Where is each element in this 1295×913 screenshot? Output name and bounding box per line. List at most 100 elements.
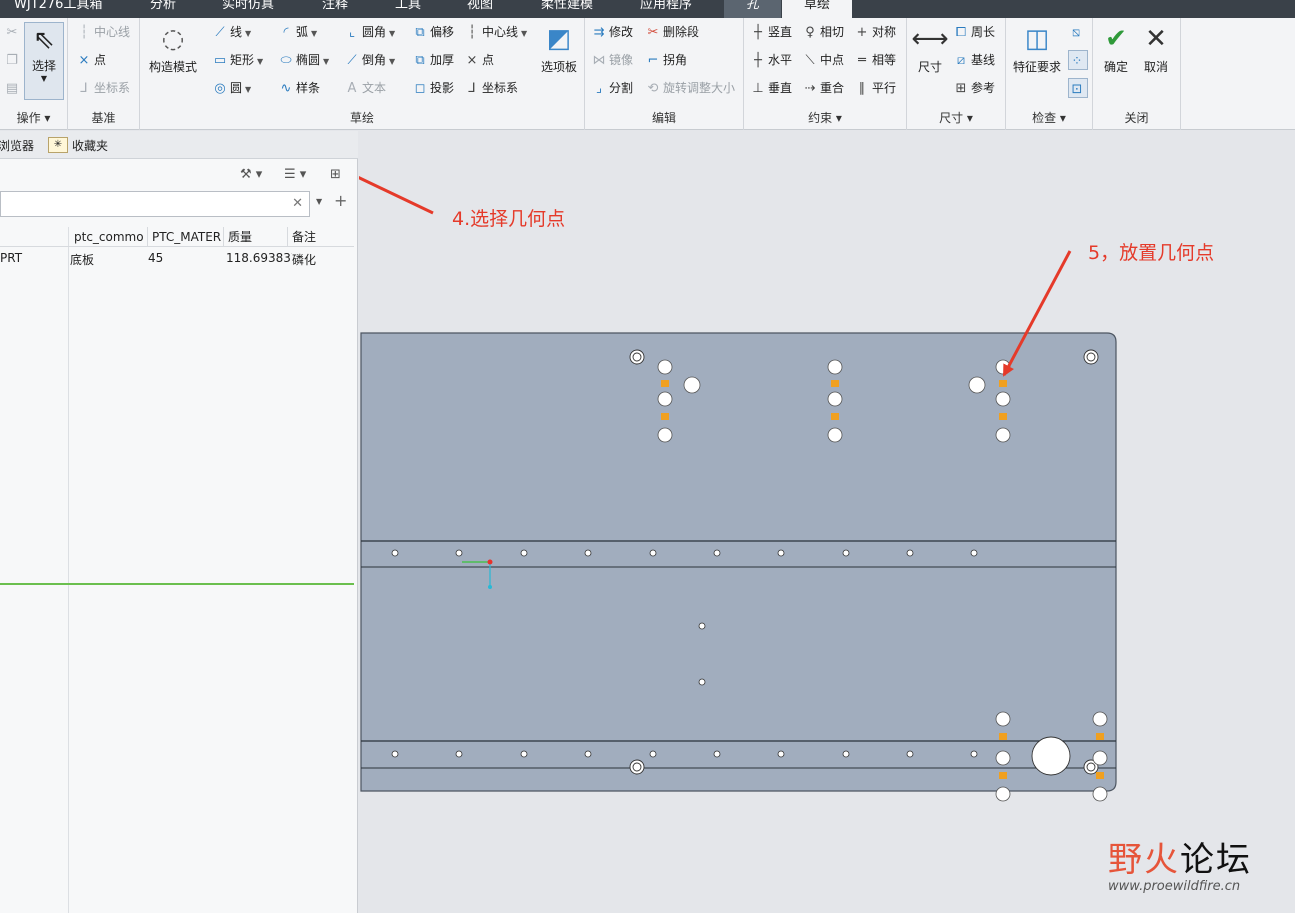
ellipse-button[interactable]: ⬭ 椭圆 ▼ — [278, 50, 329, 70]
centerline-button[interactable]: ┆ 中心线 ▼ — [464, 22, 527, 42]
cell-mass: 118.693837 — [226, 251, 292, 265]
dimension-button[interactable]: ⟷ 尺寸 — [909, 22, 951, 75]
add-icon[interactable]: + — [334, 191, 347, 210]
annotation-step5: 5，放置几何点 — [1088, 242, 1215, 264]
columns-icon[interactable]: ⊞ — [330, 167, 341, 182]
reference-button[interactable]: ⊞ 参考 — [953, 78, 995, 98]
search-input[interactable]: ✕ — [0, 191, 310, 217]
panel-tabs: 浏览器 ✳ 收藏夹 — [0, 131, 358, 159]
watermark-text-a: 野火 — [1108, 840, 1180, 880]
horizontal-constraint-button[interactable]: ┼ 水平 — [750, 50, 792, 70]
offset-button[interactable]: ⧉ 偏移 — [412, 22, 454, 42]
text-button[interactable]: A 文本 — [344, 78, 386, 98]
delete-segment-button[interactable]: ✂ 删除段 — [645, 22, 699, 42]
rotate-resize-button[interactable]: ⟲ 旋转调整大小 — [645, 78, 735, 98]
overlap-geometry-icon[interactable]: ⧅ — [1068, 22, 1086, 42]
feature-requirements-button[interactable]: ◫ 特征要求 — [1008, 22, 1066, 75]
watermark-url: www.proewildfire.cn — [1108, 879, 1241, 894]
parallel-constraint-button[interactable]: ∥ 平行 — [854, 78, 896, 98]
thicken-button[interactable]: ⧉ 加厚 — [412, 50, 454, 70]
corner-button[interactable]: ⌐ 拐角 — [645, 50, 687, 70]
spline-button[interactable]: ∿ 样条 — [278, 78, 320, 98]
inspect-label[interactable]: 检查 ▾ — [1006, 109, 1092, 126]
tab-annotate[interactable]: 注释 — [322, 0, 348, 18]
copy-icon[interactable]: ❐ — [4, 50, 22, 70]
mirror-button[interactable]: ⋈ 镜像 — [591, 50, 634, 70]
select-button[interactable]: ⇖ 选择 ▼ — [24, 22, 64, 100]
cancel-button[interactable]: ✕ 取消 — [1137, 22, 1175, 75]
tab-toolbox[interactable]: WJT276工具箱 — [14, 0, 102, 18]
highlight-open-ends-icon[interactable]: ⁘ — [1068, 50, 1088, 70]
close-label: 关闭 — [1124, 111, 1149, 125]
column-ptc-material[interactable]: PTC_MATER — [148, 227, 224, 247]
column-remarks[interactable]: 备注 — [288, 227, 354, 247]
paste-icon[interactable]: ▤ — [4, 78, 22, 98]
ok-button[interactable]: ✔ 确定 — [1097, 22, 1135, 75]
rectangle-button[interactable]: ▭ 矩形 ▼ — [212, 50, 263, 70]
operations-label[interactable]: 操作 ▾ — [0, 109, 67, 126]
cell-name[interactable]: PRT — [0, 251, 66, 265]
header-divider — [0, 246, 354, 247]
equal-constraint-button[interactable]: ═ 相等 — [854, 50, 896, 70]
datum-centerline-button[interactable]: ┆ 中心线 — [76, 22, 130, 42]
symmetric-constraint-button[interactable]: + 对称 — [854, 22, 896, 42]
tab-analysis[interactable]: 分析 — [150, 0, 176, 18]
tab-flexible-modeling[interactable]: 柔性建模 — [541, 0, 593, 18]
line-button[interactable]: ⟋ 线 ▼ — [212, 22, 251, 42]
cursor-arrow-icon: ⇖ — [33, 25, 55, 55]
tab-tools[interactable]: 工具 — [395, 0, 421, 18]
column-ptc-common[interactable]: ptc_commo — [70, 227, 148, 247]
tab-favorites[interactable]: 收藏夹 — [72, 137, 108, 154]
tab-applications[interactable]: 应用程序 — [640, 0, 692, 18]
datum-point-button[interactable]: × 点 — [76, 50, 106, 70]
fillet-button[interactable]: ⌞ 圆角 ▼ — [344, 22, 395, 42]
perimeter-button[interactable]: ⧠ 周长 — [953, 22, 995, 42]
palette-button[interactable]: ◩ 选项板 — [534, 22, 584, 75]
chamfer-button[interactable]: ⟋ 倒角 ▼ — [344, 50, 395, 70]
settings-list-icon[interactable]: ☰ ▾ — [284, 167, 306, 182]
baseline-button[interactable]: ⧄ 基线 — [953, 50, 995, 70]
circle-button[interactable]: ◎ 圆 ▼ — [212, 78, 251, 98]
tree-insert-marker[interactable] — [0, 583, 354, 585]
datum-label: 基准 — [91, 111, 116, 125]
search-dropdown-icon[interactable]: ▼ — [316, 197, 322, 206]
group-inspect: ◫ 特征要求 ⧅ ⁘ ⊡ 检查 ▾ — [1006, 18, 1093, 130]
tab-browser[interactable]: 浏览器 — [0, 137, 34, 154]
sketch-csys-button[interactable]: ⅃ 坐标系 — [464, 78, 518, 98]
chevron-down-icon: ▼ — [40, 74, 48, 83]
edit-label: 编辑 — [651, 111, 676, 125]
group-close: ✔ 确定 ✕ 取消 关闭 — [1093, 18, 1181, 130]
cell-ptc-common: 底板 — [70, 253, 95, 267]
tab-sketch[interactable]: 草绘 — [782, 0, 853, 18]
sketch-point-button[interactable]: × 点 — [464, 50, 494, 70]
arc-button[interactable]: ◜ 弧 ▼ — [278, 22, 317, 42]
modify-button[interactable]: ⇉ 修改 — [591, 22, 633, 42]
clear-icon[interactable]: ✕ — [292, 196, 303, 211]
column-mass[interactable]: 质量 — [224, 227, 288, 247]
project-button[interactable]: ◻ 投影 — [412, 78, 454, 98]
midpoint-constraint-button[interactable]: ⟍ 中点 — [802, 50, 844, 70]
close-icon: ✕ — [1145, 24, 1167, 54]
vertical-constraint-button[interactable]: ┼ 竖直 — [750, 22, 792, 42]
construction-mode-button[interactable]: ◌ 构造模式 — [144, 22, 202, 75]
favorites-icon: ✳ — [48, 137, 68, 153]
column-divider — [68, 227, 69, 913]
tab-hole[interactable]: 孔 — [724, 0, 782, 18]
cut-icon[interactable]: ✂ — [4, 22, 22, 42]
group-sketch: ◌ 构造模式 ⟋ 线 ▼ ◜ 弧 ▼ ⌞ 圆角 ▼ ⧉ 偏移 ┆ 中心线 ▼ ▭ 矩形 ▼ ⬭ 椭圆 ▼ … — [140, 18, 585, 130]
group-datum: ┆ 中心线 × 点 ⅃ 坐标系 基准 — [68, 18, 140, 130]
perpendicular-constraint-button[interactable]: ⊥ 垂直 — [750, 78, 792, 98]
checkmark-icon: ✔ — [1105, 24, 1127, 54]
divide-button[interactable]: ⌟ 分割 — [591, 78, 633, 98]
datum-csys-button[interactable]: ⅃ 坐标系 — [76, 78, 130, 98]
dimension-label[interactable]: 尺寸 ▾ — [907, 109, 1005, 126]
palette-icon: ◩ — [546, 24, 572, 54]
coincident-constraint-button[interactable]: ⇢ 重合 — [802, 78, 844, 98]
dimension-icon: ⟷ — [911, 24, 949, 54]
tab-view[interactable]: 视图 — [467, 0, 493, 18]
tangent-constraint-button[interactable]: ♀ 相切 — [802, 22, 844, 42]
tools-icon[interactable]: ⚒ ▾ — [240, 167, 262, 182]
constrain-label[interactable]: 约束 ▾ — [744, 109, 906, 126]
tab-simulation[interactable]: 实时仿真 — [222, 0, 274, 18]
shade-closed-loops-icon[interactable]: ⊡ — [1068, 78, 1088, 98]
